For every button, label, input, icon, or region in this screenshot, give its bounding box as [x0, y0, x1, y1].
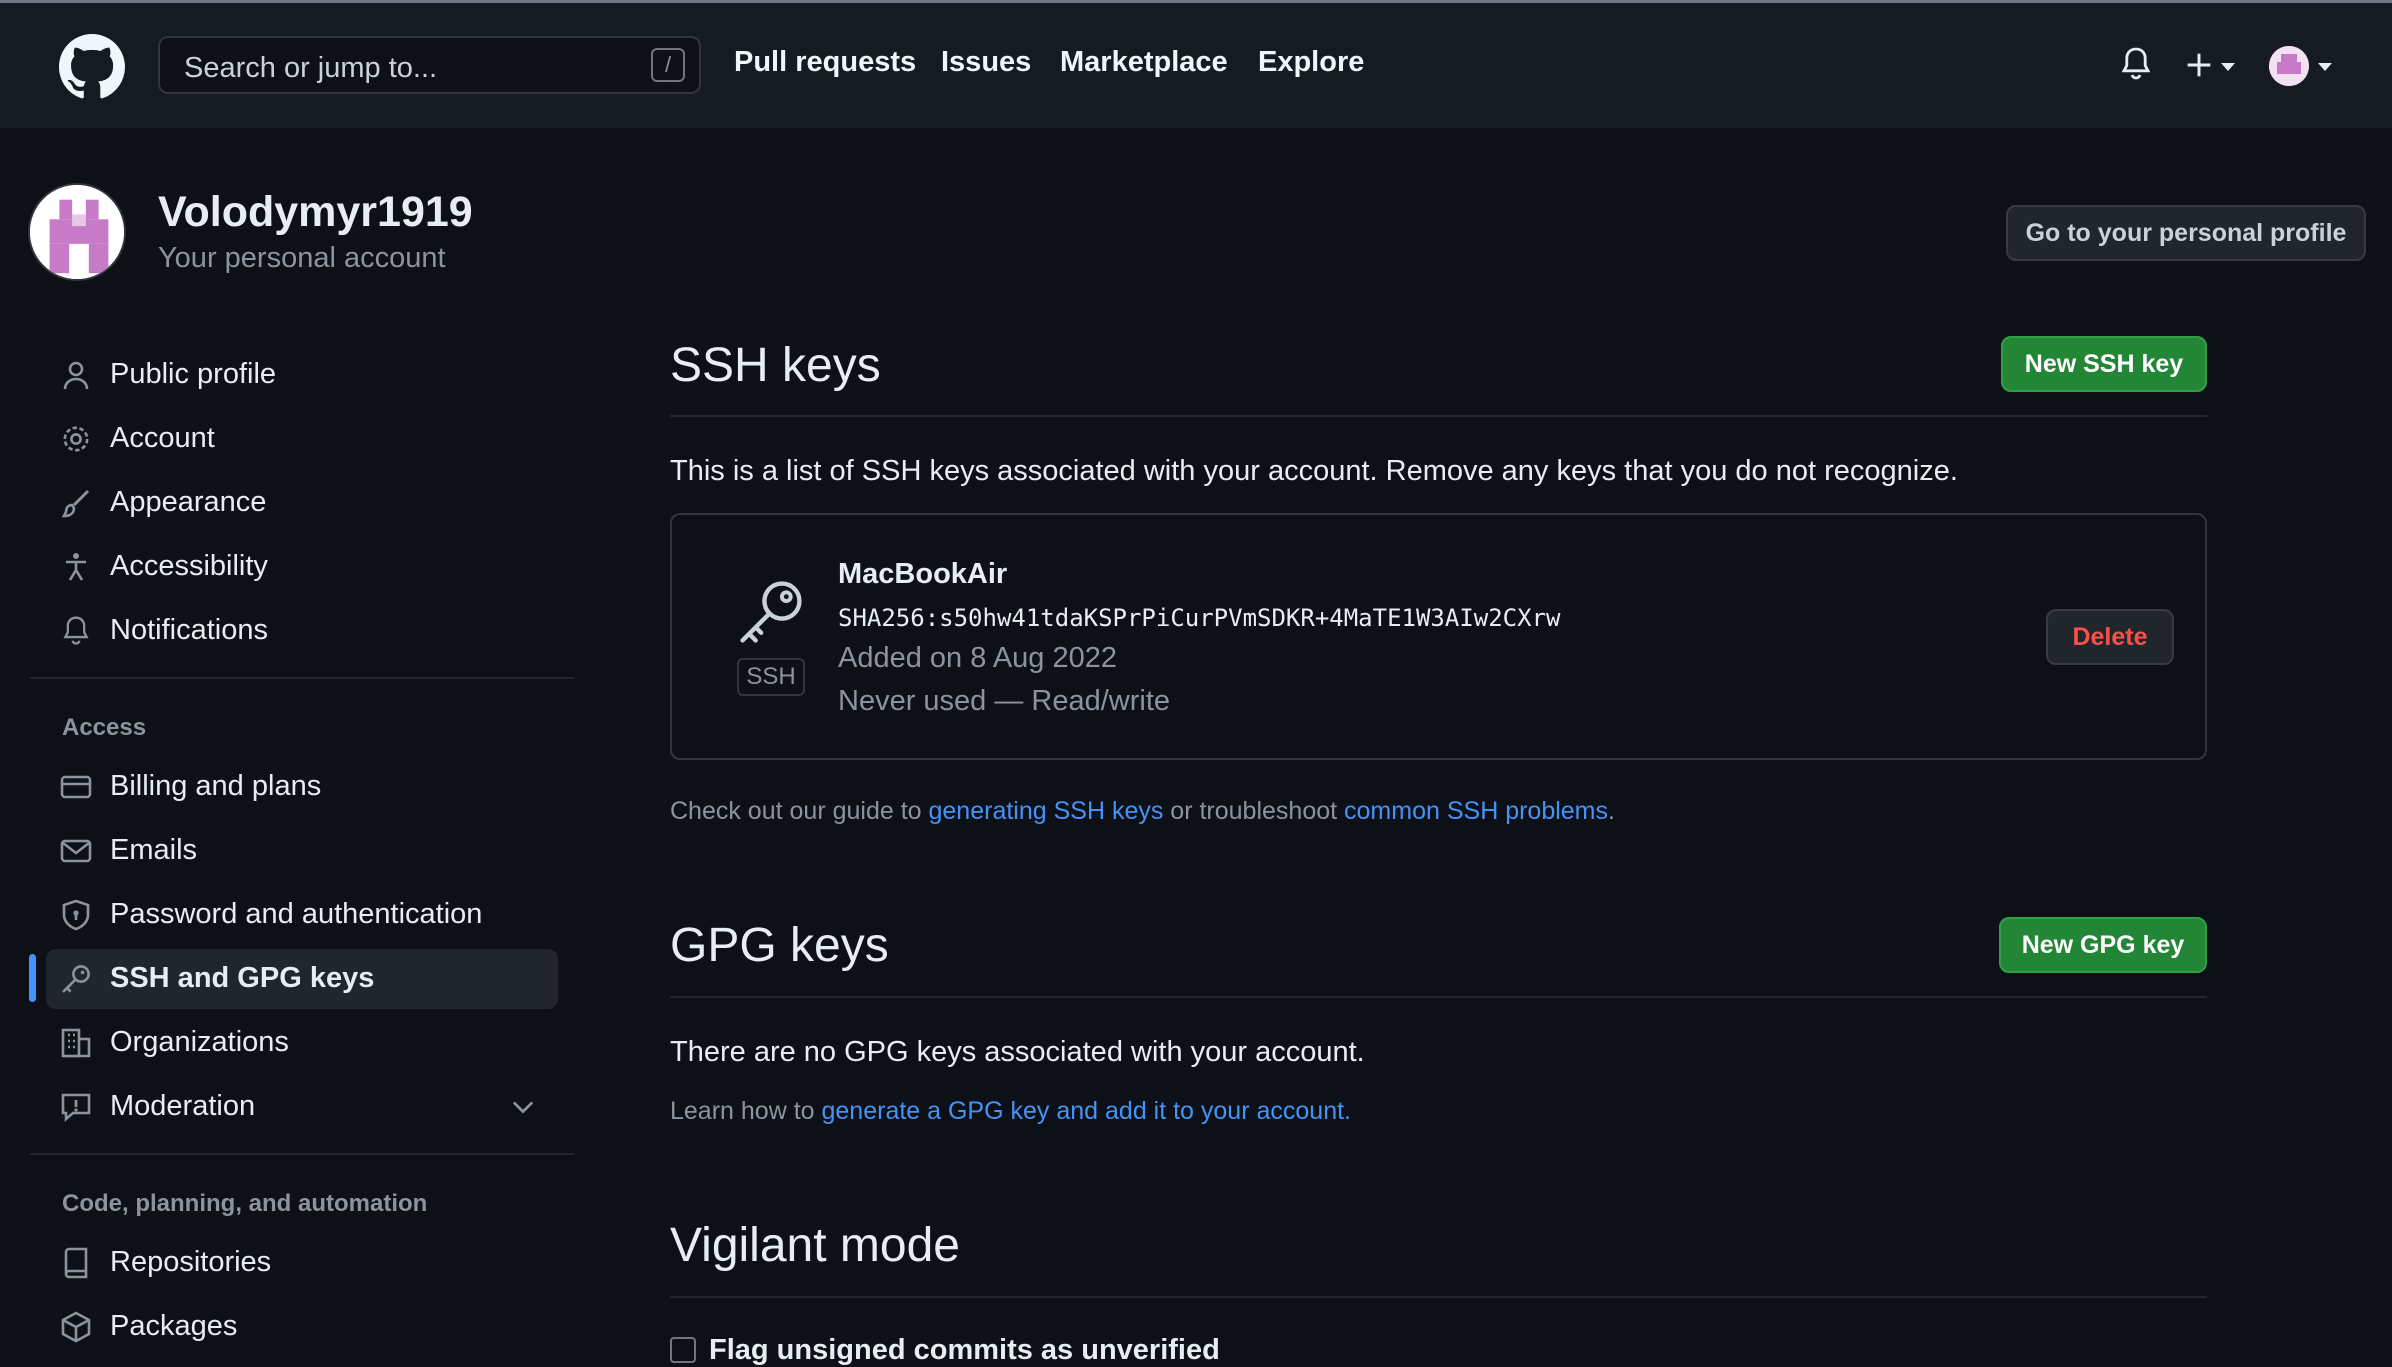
shield-icon: [62, 899, 90, 931]
sidebar-item-public-profile[interactable]: Public profile: [46, 345, 558, 405]
gpg-learn-note: Learn how to generate a GPG key and add …: [670, 1097, 1351, 1126]
flag-unsigned-commits-checkbox[interactable]: [670, 1337, 696, 1363]
nav-marketplace[interactable]: Marketplace: [1060, 46, 1228, 79]
ssh-key-usage: Never used — Read/write: [838, 685, 1171, 717]
sidebar-item-label: Repositories: [110, 1246, 272, 1278]
sidebar-item-ssh-gpg-keys[interactable]: SSH and GPG keys: [46, 949, 558, 1009]
ssh-type-badge: SSH: [737, 658, 805, 696]
chevron-down-icon[interactable]: [2221, 63, 2235, 71]
sidebar-item-label: Password and authentication: [110, 898, 483, 930]
sidebar-item-label: Notifications: [110, 614, 268, 646]
generating-ssh-keys-link[interactable]: generating SSH keys: [929, 797, 1164, 825]
search-placeholder: Search or jump to...: [184, 52, 438, 84]
sidebar-item-packages[interactable]: Packages: [46, 1297, 558, 1357]
ssh-key-card: SSH MacBookAir SHA256:s50hw41tdaKSPrPiCu…: [670, 513, 2207, 760]
sidebar-divider: [30, 1153, 574, 1155]
sidebar-item-label: Public profile: [110, 358, 277, 390]
sidebar-group-code: Code, planning, and automation: [62, 1190, 428, 1217]
new-ssh-key-button[interactable]: New SSH key: [2001, 336, 2207, 392]
sidebar-group-access: Access: [62, 714, 147, 741]
paintbrush-icon: [61, 489, 90, 518]
ssh-key-name: MacBookAir: [838, 558, 1008, 590]
sidebar-item-label: Packages: [110, 1310, 238, 1342]
ssh-guide-note: Check out our guide to generating SSH ke…: [670, 797, 1615, 826]
sidebar-item-appearance[interactable]: Appearance: [46, 473, 558, 533]
active-indicator: [29, 954, 36, 1002]
repo-icon: [64, 1247, 88, 1279]
sidebar-item-label: Organizations: [110, 1026, 289, 1058]
go-to-profile-button[interactable]: Go to your personal profile: [2006, 205, 2366, 261]
flag-unsigned-commits-label[interactable]: Flag unsigned commits as unverified: [709, 1334, 1220, 1367]
mail-icon: [60, 839, 92, 863]
ssh-guide-middle: or troubleshoot: [1163, 797, 1345, 825]
ssh-key-fingerprint: SHA256:s50hw41tdaKSPrPiCurPVmSDKR+4MaTE1…: [838, 604, 1561, 632]
search-input[interactable]: Search or jump to... /: [158, 36, 701, 94]
nav-issues[interactable]: Issues: [941, 46, 1031, 79]
sidebar-item-repositories[interactable]: Repositories: [46, 1233, 558, 1293]
top-header: Search or jump to... / Pull requests Iss…: [0, 0, 2392, 128]
gear-icon: [63, 426, 89, 452]
avatar: [28, 183, 126, 281]
section-divider: [670, 1296, 2207, 1298]
sidebar-item-label: Billing and plans: [110, 770, 322, 802]
chevron-down-icon[interactable]: [512, 1099, 534, 1115]
ssh-guide-suffix: .: [1608, 797, 1615, 825]
bell-icon[interactable]: [2120, 46, 2152, 82]
sidebar-item-billing[interactable]: Billing and plans: [46, 757, 558, 817]
sidebar-item-label: Emails: [110, 834, 198, 866]
report-icon: [61, 1093, 91, 1122]
gpg-learn-prefix: Learn how to: [670, 1097, 822, 1125]
sidebar-item-emails[interactable]: Emails: [46, 821, 558, 881]
nav-pull-requests[interactable]: Pull requests: [734, 46, 916, 79]
gpg-keys-title: GPG keys: [670, 919, 889, 972]
ssh-keys-title: SSH keys: [670, 339, 881, 392]
plus-icon[interactable]: [2186, 52, 2212, 78]
sidebar-item-account[interactable]: Account: [46, 409, 558, 469]
person-icon: [63, 361, 89, 390]
avatar[interactable]: [2269, 46, 2309, 86]
common-ssh-problems-link[interactable]: common SSH problems: [1344, 797, 1608, 825]
section-divider: [670, 415, 2207, 417]
package-icon: [61, 1311, 91, 1343]
sidebar-item-label: SSH and GPG keys: [110, 962, 375, 994]
search-shortcut-badge: /: [651, 48, 685, 82]
sidebar-item-organizations[interactable]: Organizations: [46, 1013, 558, 1073]
sidebar-item-label: Moderation: [110, 1090, 256, 1122]
github-logo-icon[interactable]: [59, 34, 125, 100]
generate-gpg-key-link[interactable]: generate a GPG key and add it to your ac…: [822, 1097, 1352, 1125]
sidebar-item-moderation[interactable]: Moderation: [46, 1077, 558, 1137]
bell-icon: [63, 616, 89, 645]
sidebar-item-label: Appearance: [110, 486, 267, 518]
key-icon: [62, 965, 90, 993]
account-subtitle: Your personal account: [158, 242, 446, 274]
delete-ssh-key-button[interactable]: Delete: [2046, 609, 2174, 665]
username: Volodymyr1919: [158, 188, 473, 236]
window-top-border: [0, 0, 2392, 3]
nav-explore[interactable]: Explore: [1258, 46, 1364, 79]
sidebar-item-label: Account: [110, 422, 215, 454]
ssh-key-added-date: Added on 8 Aug 2022: [838, 642, 1117, 674]
credit-card-icon: [60, 775, 92, 799]
chevron-down-icon[interactable]: [2318, 63, 2332, 71]
new-gpg-key-button[interactable]: New GPG key: [1999, 917, 2207, 973]
sidebar-item-notifications[interactable]: Notifications: [46, 601, 558, 661]
ssh-guide-prefix: Check out our guide to: [670, 797, 929, 825]
sidebar-divider: [30, 677, 574, 679]
ssh-description: This is a list of SSH keys associated wi…: [670, 455, 1958, 487]
section-divider: [670, 996, 2207, 998]
sidebar-item-label: Accessibility: [110, 550, 268, 582]
sidebar-item-accessibility[interactable]: Accessibility: [46, 537, 558, 597]
vigilant-mode-title: Vigilant mode: [670, 1219, 960, 1272]
sidebar-item-password[interactable]: Password and authentication: [46, 885, 558, 945]
key-icon: [740, 581, 802, 643]
gpg-empty-message: There are no GPG keys associated with yo…: [670, 1036, 1365, 1068]
organization-icon: [61, 1028, 91, 1058]
accessibility-icon: [66, 553, 86, 581]
